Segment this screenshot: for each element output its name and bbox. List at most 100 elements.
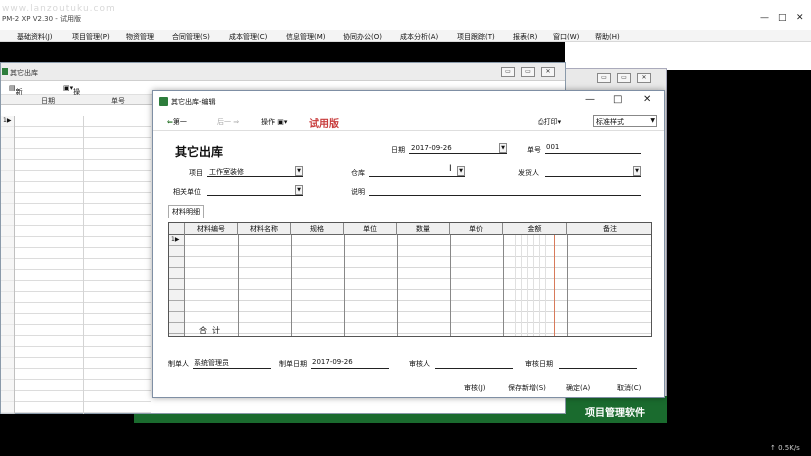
number-field[interactable]: 001 xyxy=(545,143,641,154)
minimize-icon[interactable]: — xyxy=(760,13,769,23)
bg-restore-icon[interactable]: ▭ xyxy=(617,73,631,83)
maximize-icon[interactable]: □ xyxy=(778,13,787,23)
app-titlebar: www.lanzoutuku.com PM-2 XP V2.30 - 试用版 —… xyxy=(0,0,811,30)
project-field[interactable]: 工作室装修 ▼ xyxy=(207,166,303,177)
bg-minimize-icon[interactable]: ▭ xyxy=(597,73,611,83)
menu-contract[interactable]: 合同管理(S) xyxy=(172,32,210,42)
col-divider xyxy=(238,235,239,336)
menu-project[interactable]: 项目管理(P) xyxy=(72,32,110,42)
reviewer-label: 审核人 xyxy=(409,360,430,368)
list-window-title: 其它出库 xyxy=(10,69,38,77)
menu-analysis[interactable]: 成本分析(A) xyxy=(400,32,438,42)
col-remark[interactable]: 备注 xyxy=(567,223,651,235)
speed-value: 0.5K/s xyxy=(778,444,800,452)
dialog-maximize-icon[interactable]: □ xyxy=(613,94,622,105)
grid-corner xyxy=(169,223,185,235)
list-restore-icon[interactable]: ▭ xyxy=(521,67,535,77)
menu-cost[interactable]: 成本管理(C) xyxy=(229,32,267,42)
menu-tracking[interactable]: 项目跟踪(T) xyxy=(457,32,495,42)
cancel-button[interactable]: 取消(C) xyxy=(617,383,641,393)
chevron-down-icon[interactable]: ▼ xyxy=(457,166,465,176)
save-new-button[interactable]: 保存新增(S) xyxy=(508,383,546,393)
note-label: 说明 xyxy=(351,188,365,196)
operations-button[interactable]: 操作 ▣▾ xyxy=(261,117,287,127)
chevron-down-icon[interactable]: ▼ xyxy=(633,166,641,176)
material-grid[interactable]: 1▶ 材料编号 材料名称 规格 单位 数量 单价 金额 备注 合计 xyxy=(168,222,652,337)
issuer-field[interactable]: ▼ xyxy=(545,166,641,177)
arrow-right-icon: ⇒ xyxy=(233,118,240,126)
reviewer-field[interactable] xyxy=(435,358,513,369)
bg-close-icon[interactable]: ✕ xyxy=(637,73,651,83)
menu-window[interactable]: 窗口(W) xyxy=(553,32,579,42)
col-number[interactable]: 单号 xyxy=(111,96,125,106)
next-label: 后一 xyxy=(217,118,231,126)
review-date-field[interactable] xyxy=(559,358,637,369)
print-style-value: 标准样式 xyxy=(596,118,624,126)
operations-icon: ▣▾ xyxy=(277,118,288,126)
menu-report[interactable]: 报表(R) xyxy=(513,32,537,42)
date-value: 2017-09-26 xyxy=(411,144,452,152)
first-label: 第一 xyxy=(172,118,187,126)
dialog-close-icon[interactable]: ✕ xyxy=(643,94,651,105)
review-button[interactable]: 审核(J) xyxy=(464,383,486,393)
app-title: www.lanzoutuku.com PM-2 XP V2.30 - 试用版 xyxy=(2,4,115,24)
col-amount[interactable]: 金额 xyxy=(503,223,567,235)
col-divider xyxy=(450,235,451,336)
grid-rows[interactable] xyxy=(169,235,651,336)
menu-basic[interactable]: 基础资料(J) xyxy=(17,32,53,42)
amount-decimal-line xyxy=(554,235,555,336)
col-date[interactable]: 日期 xyxy=(41,96,55,106)
unit-field[interactable]: ▼ xyxy=(207,185,303,196)
form-title: 其它出库 xyxy=(175,145,224,159)
dialog-title: 其它出库-编辑 xyxy=(171,98,216,106)
dialog-minimize-icon[interactable]: — xyxy=(585,94,595,105)
date-field[interactable]: 2017-09-26 ▼ xyxy=(409,143,507,154)
issuer-label: 发货人 xyxy=(518,169,539,177)
print-button[interactable]: ⎙打印▾ xyxy=(538,117,561,127)
first-button[interactable]: ⇐第一 xyxy=(167,117,187,127)
maker-field[interactable]: 系统管理员 xyxy=(193,358,271,369)
amount-digit-line xyxy=(527,235,528,336)
ok-button[interactable]: 确定(A) xyxy=(566,383,590,393)
col-divider xyxy=(291,235,292,336)
dialog-titlebar: 其它出库-编辑 — □ ✕ xyxy=(153,91,664,111)
col-material-name[interactable]: 材料名称 xyxy=(238,223,291,235)
tab-material-detail[interactable]: 材料明细 xyxy=(168,205,204,218)
unit-label: 相关单位 xyxy=(173,188,201,196)
col-spec[interactable]: 规格 xyxy=(291,223,344,235)
dialog-toolbar: ⇐第一 后一 ⇒ 操作 ▣▾ 试用版 ⎙打印▾ 标准样式 ▼ xyxy=(153,113,664,131)
col-quantity[interactable]: 数量 xyxy=(397,223,450,235)
note-field[interactable] xyxy=(369,185,641,196)
column-divider xyxy=(83,116,84,414)
list-close-icon[interactable]: ✕ xyxy=(541,67,555,77)
review-date-label: 审核日期 xyxy=(525,360,553,368)
print-style-select[interactable]: 标准样式 ▼ xyxy=(593,115,657,127)
col-unit-price[interactable]: 单价 xyxy=(450,223,503,235)
operations-label: 操作 xyxy=(261,118,275,126)
col-material-code[interactable]: 材料编号 xyxy=(185,223,238,235)
chevron-down-icon[interactable]: ▼ xyxy=(295,185,303,195)
close-icon[interactable]: ✕ xyxy=(796,13,804,23)
date-label: 日期 xyxy=(391,146,405,154)
menu-material[interactable]: 物资管理 xyxy=(126,32,154,42)
operations-button[interactable]: ▣▾操作 xyxy=(63,84,80,106)
row-marker-icon: 1▶ xyxy=(171,236,180,243)
list-grid-rows[interactable]: 1▶ xyxy=(1,116,151,414)
chevron-down-icon[interactable]: ▼ xyxy=(499,143,507,153)
list-minimize-icon[interactable]: ▭ xyxy=(501,67,515,77)
chevron-down-icon[interactable]: ▼ xyxy=(295,166,303,176)
row-marker-icon: 1▶ xyxy=(3,117,12,124)
amount-digit-line xyxy=(521,235,522,336)
menu-help[interactable]: 帮助(H) xyxy=(595,32,620,42)
make-date-field[interactable]: 2017-09-26 xyxy=(311,358,389,369)
amount-digit-line xyxy=(539,235,540,336)
next-button[interactable]: 后一 ⇒ xyxy=(217,117,239,127)
col-divider xyxy=(567,235,568,336)
col-divider xyxy=(344,235,345,336)
new-button[interactable]: ▤ 新增 xyxy=(9,84,23,106)
network-speed: ↑ 0.5K/s xyxy=(770,444,800,452)
menu-office[interactable]: 协同办公(O) xyxy=(343,32,382,42)
col-unit[interactable]: 单位 xyxy=(344,223,397,235)
project-value: 工作室装修 xyxy=(209,168,244,176)
menu-info[interactable]: 信息管理(M) xyxy=(286,32,326,42)
